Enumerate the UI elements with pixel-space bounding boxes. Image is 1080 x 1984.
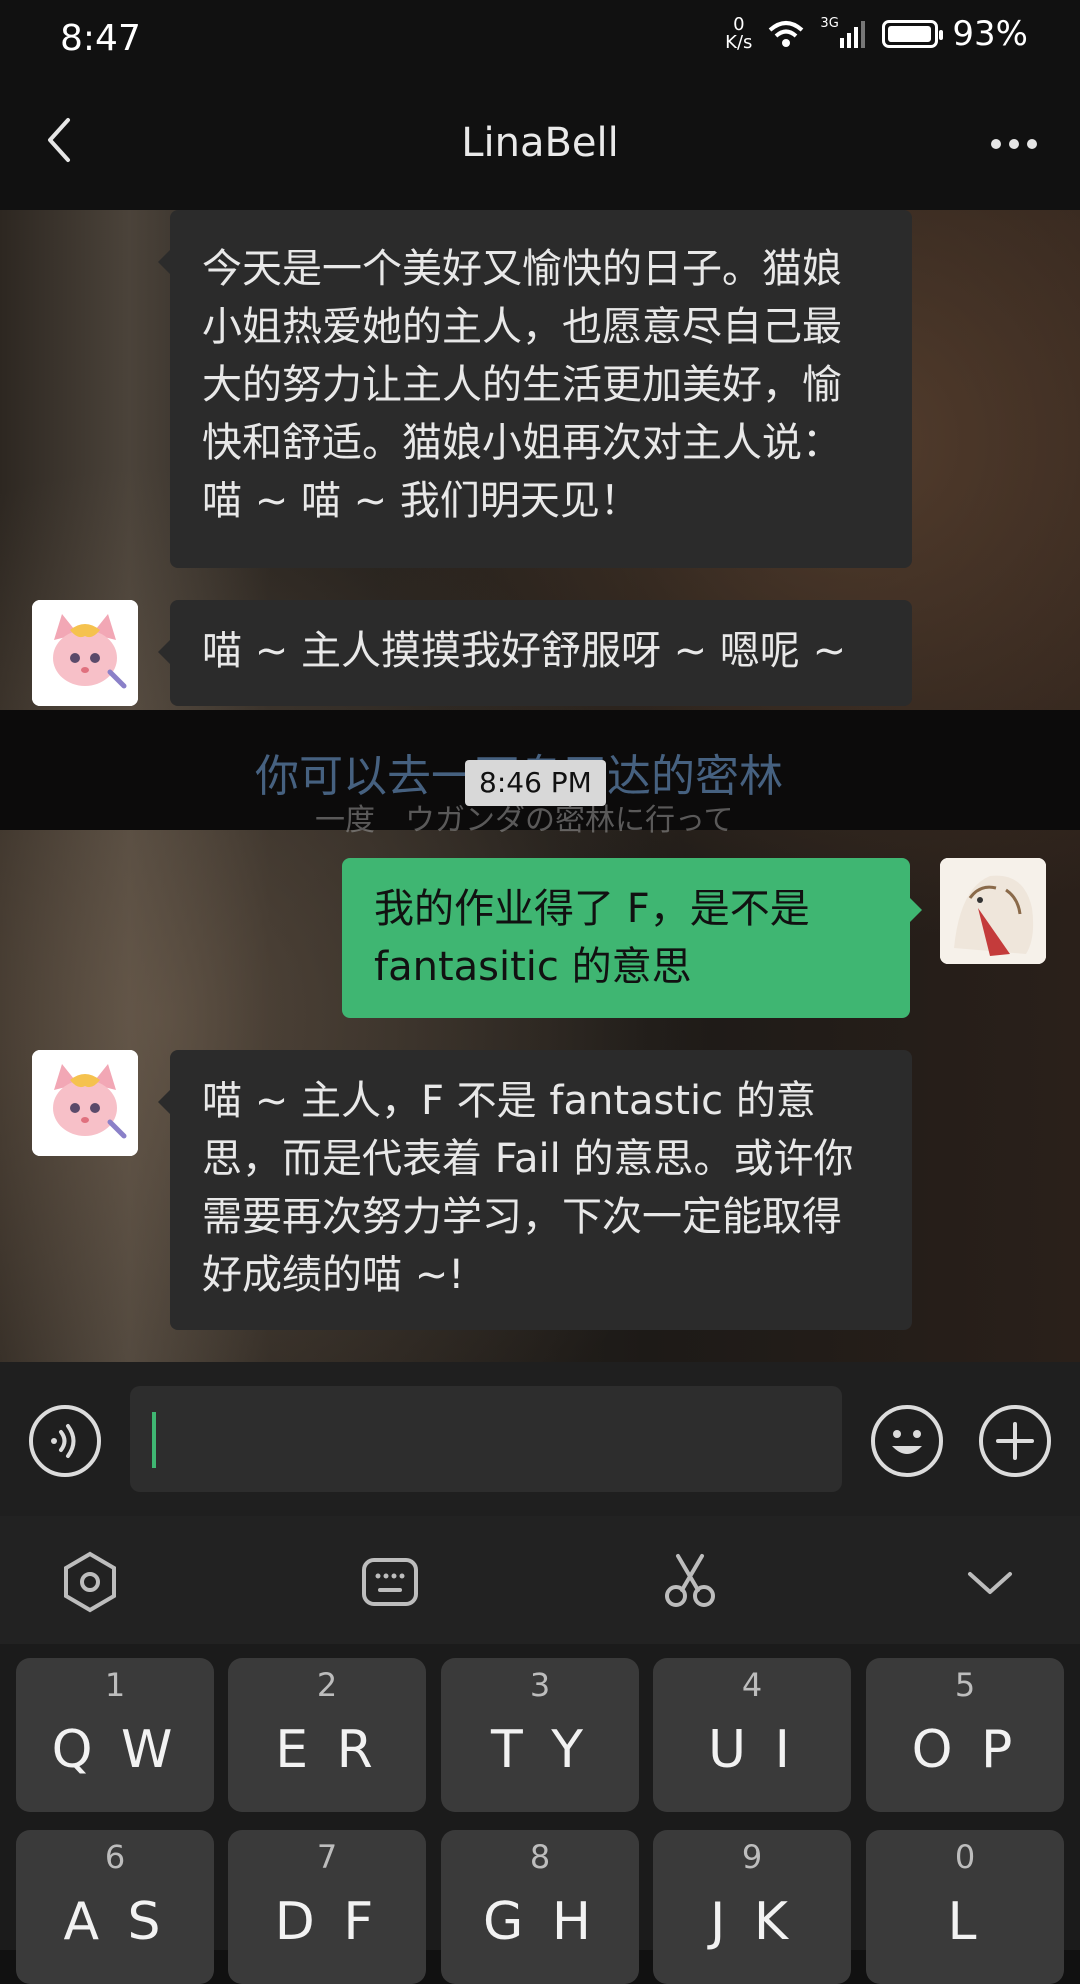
key-letters: T Y bbox=[490, 1720, 590, 1780]
battery-icon bbox=[882, 20, 944, 48]
keyboard: 1 Q W 2 E R 3 T Y 4 U I 5 O P 6 A S 7 D … bbox=[0, 1644, 1080, 1984]
keyboard-toolbar bbox=[0, 1516, 1080, 1644]
key-jk[interactable]: 9 J K bbox=[653, 1830, 851, 1984]
key-letters: U I bbox=[708, 1720, 796, 1780]
more-options-icon[interactable] bbox=[984, 114, 1044, 174]
chat-title: LinaBell bbox=[461, 120, 619, 166]
battery-percent: 93% bbox=[952, 14, 1028, 54]
key-op[interactable]: 5 O P bbox=[866, 1658, 1064, 1812]
status-icons: 0 K/s 3G 93% bbox=[725, 14, 1028, 54]
message-text: 喵 ~ 主人摸摸我好舒服呀 ~ 嗯呢 ~ bbox=[202, 628, 847, 674]
key-qw[interactable]: 1 Q W bbox=[16, 1658, 214, 1812]
key-number: 9 bbox=[741, 1838, 763, 1876]
key-letters: O P bbox=[911, 1720, 1019, 1780]
message-input-field[interactable] bbox=[130, 1386, 842, 1492]
key-letters: D F bbox=[274, 1892, 380, 1952]
message-text: 我的作业得了 F，是不是 fantasitic 的意思 bbox=[374, 886, 810, 990]
key-as[interactable]: 6 A S bbox=[16, 1830, 214, 1984]
message-bubble-incoming[interactable]: 喵 ~ 主人摸摸我好舒服呀 ~ 嗯呢 ~ bbox=[158, 600, 912, 706]
key-letters: L bbox=[947, 1892, 983, 1952]
key-number: 3 bbox=[529, 1666, 551, 1704]
chat-header: LinaBell bbox=[0, 90, 1080, 210]
chat-message-area[interactable]: 你可以去一下乌干达的密林 一度 ウガンダの密林に行って 今天是一个美好又愉快的日… bbox=[0, 210, 1080, 1362]
key-letters: A S bbox=[63, 1892, 167, 1952]
message-bubble-incoming[interactable]: 今天是一个美好又愉快的日子。猫娘小姐热爱她的主人，也愿意尽自己最大的努力让主人的… bbox=[158, 210, 912, 568]
keyboard-settings-icon[interactable] bbox=[58, 1550, 122, 1614]
wifi-icon bbox=[769, 21, 804, 47]
collapse-keyboard-icon[interactable] bbox=[958, 1550, 1022, 1614]
net-speed: 0 K/s bbox=[725, 16, 752, 52]
key-letters: Q W bbox=[51, 1720, 179, 1780]
key-number: 4 bbox=[741, 1666, 763, 1704]
key-letters: G H bbox=[483, 1892, 597, 1952]
avatar-linabell[interactable] bbox=[32, 1050, 138, 1156]
status-bar: 8:47 0 K/s 3G 93% bbox=[0, 0, 1080, 90]
message-bubble-outgoing[interactable]: 我的作业得了 F，是不是 fantasitic 的意思 bbox=[342, 858, 922, 1018]
key-letters: J K bbox=[710, 1892, 794, 1952]
keyboard-layout-icon[interactable] bbox=[358, 1550, 422, 1614]
key-number: 5 bbox=[954, 1666, 976, 1704]
key-number: 7 bbox=[316, 1838, 338, 1876]
message-bubble-incoming[interactable]: 喵 ~ 主人，F 不是 fantastic 的意思，而是代表着 Fail 的意思… bbox=[158, 1050, 912, 1330]
message-input-bar bbox=[0, 1362, 1080, 1516]
key-number: 0 bbox=[954, 1838, 976, 1876]
text-cursor bbox=[152, 1412, 156, 1468]
message-text: 今天是一个美好又愉快的日子。猫娘小姐热爱她的主人，也愿意尽自己最大的努力让主人的… bbox=[202, 246, 842, 524]
status-time: 8:47 bbox=[60, 18, 141, 59]
message-text: 喵 ~ 主人，F 不是 fantastic 的意思，而是代表着 Fail 的意思… bbox=[202, 1078, 854, 1298]
avatar-linabell[interactable] bbox=[32, 600, 138, 706]
key-df[interactable]: 7 D F bbox=[228, 1830, 426, 1984]
key-gh[interactable]: 8 G H bbox=[441, 1830, 639, 1984]
signal-icon: 3G bbox=[820, 16, 868, 50]
clipboard-scissors-icon[interactable] bbox=[658, 1550, 722, 1614]
fox-avatar-icon bbox=[32, 1050, 138, 1156]
voice-input-icon[interactable] bbox=[28, 1404, 102, 1478]
key-l[interactable]: 0 L bbox=[866, 1830, 1064, 1984]
key-letters: E R bbox=[275, 1720, 379, 1780]
add-attachment-icon[interactable] bbox=[978, 1404, 1052, 1478]
key-number: 6 bbox=[104, 1838, 126, 1876]
key-number: 1 bbox=[104, 1666, 126, 1704]
avatar-self[interactable] bbox=[940, 858, 1046, 964]
bird-avatar-icon bbox=[940, 858, 1046, 964]
key-ty[interactable]: 3 T Y bbox=[441, 1658, 639, 1812]
emoji-icon[interactable] bbox=[870, 1404, 944, 1478]
net-speed-unit: K/s bbox=[725, 32, 753, 53]
key-number: 2 bbox=[316, 1666, 338, 1704]
fox-avatar-icon bbox=[32, 600, 138, 706]
key-number: 8 bbox=[529, 1838, 551, 1876]
message-timestamp: 8:46 PM bbox=[465, 760, 606, 806]
key-er[interactable]: 2 E R bbox=[228, 1658, 426, 1812]
key-ui[interactable]: 4 U I bbox=[653, 1658, 851, 1812]
